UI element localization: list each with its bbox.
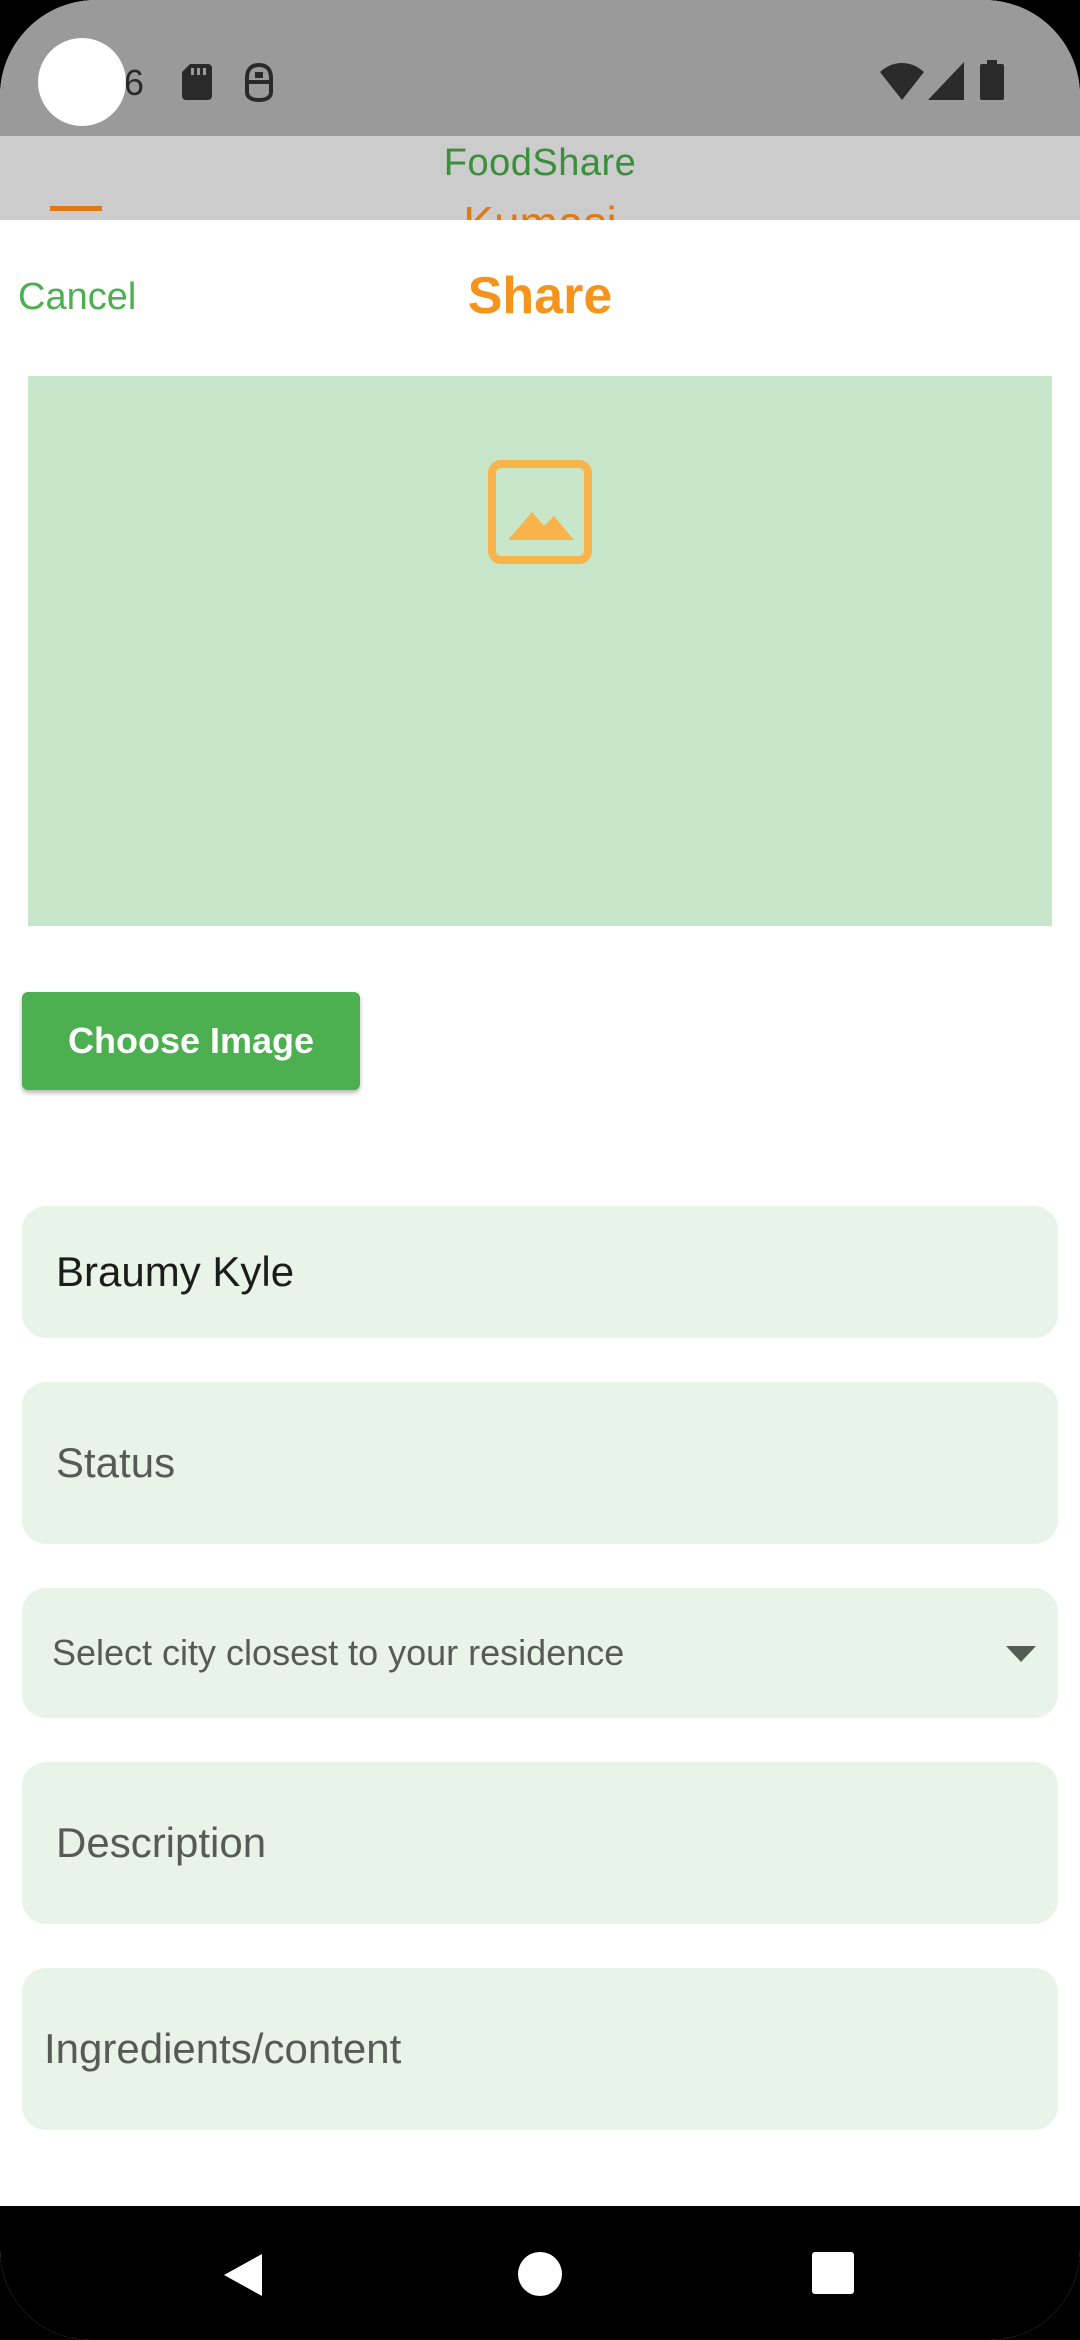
status-bar: 6	[0, 0, 1080, 136]
name-field[interactable]: Braumy Kyle	[22, 1206, 1058, 1338]
camera-cutout	[38, 38, 126, 126]
sheet-title: Share	[467, 267, 613, 325]
choose-image-button[interactable]: Choose Image	[22, 992, 360, 1090]
image-icon	[488, 460, 592, 564]
chevron-down-icon	[1006, 1646, 1036, 1662]
image-preview	[28, 376, 1052, 926]
name-value: Braumy Kyle	[56, 1248, 295, 1295]
cell-signal-icon	[928, 62, 964, 100]
ingredients-placeholder: Ingredients/content	[44, 2025, 402, 2072]
battery-icon	[980, 60, 1004, 100]
city-placeholder: Select city closest to your residence	[52, 1632, 625, 1673]
recents-icon[interactable]	[810, 2250, 856, 2296]
app-bar: FoodShare Kumasi	[0, 136, 1080, 220]
share-sheet: Cancel Share Choose Image Braumy Kyle St…	[0, 220, 1080, 2206]
home-icon[interactable]	[516, 2250, 564, 2298]
back-icon[interactable]	[218, 2250, 268, 2300]
status-field[interactable]: Status	[22, 1382, 1058, 1544]
wifi-icon	[880, 63, 924, 100]
app-title: FoodShare	[443, 142, 637, 184]
status-time: 6	[124, 62, 145, 103]
hamburger-menu-icon[interactable]	[50, 206, 102, 220]
sd-card-icon	[182, 64, 212, 100]
phone-screen: 6 FoodShare Kumasi Cancel	[0, 0, 1080, 2340]
description-field[interactable]: Description	[22, 1762, 1058, 1924]
sim-icon	[245, 62, 273, 102]
status-placeholder: Status	[56, 1439, 176, 1486]
navigation-bar	[0, 2206, 1080, 2340]
ingredients-field[interactable]: Ingredients/content	[22, 1968, 1058, 2130]
location-selector[interactable]: Kumasi	[0, 196, 1080, 220]
city-select[interactable]: Select city closest to your residence	[22, 1588, 1058, 1718]
description-placeholder: Description	[56, 1819, 267, 1866]
